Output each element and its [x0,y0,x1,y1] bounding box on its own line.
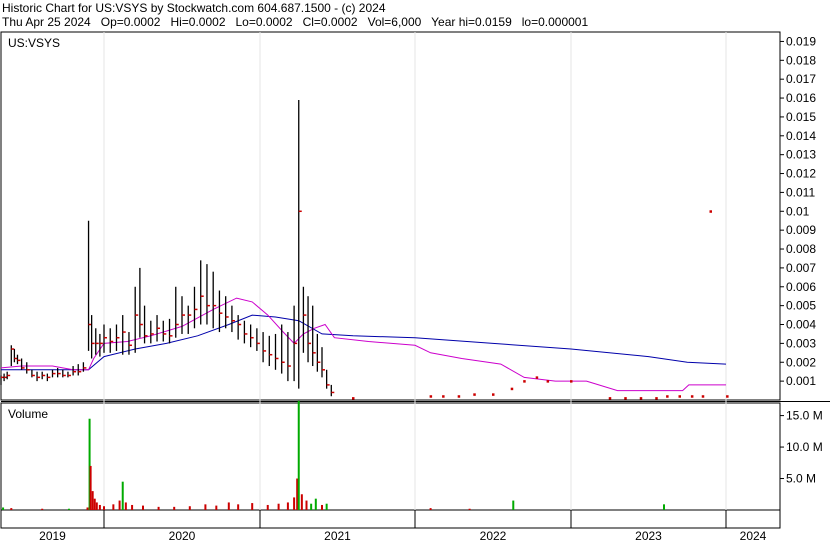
close-dot [429,395,433,398]
close-dot [639,397,643,400]
volume-tick-label: 10.0 M [786,440,823,454]
close-dot [492,393,495,396]
volume-bar [468,508,471,510]
price-tick-label: 0.017 [786,72,816,86]
volume-bar [321,504,323,510]
volume-bar [266,504,269,510]
close-dot [352,397,355,400]
year-axis-labels: 2019 2020 2021 2022 2023 2024 [39,529,767,543]
volume-bar [95,502,98,510]
close-dot [442,395,445,398]
price-tick-label: 0.016 [786,91,816,105]
volume-bar [112,504,115,510]
volume-bar [277,503,280,510]
price-tick-label: 0.004 [786,318,816,332]
close-dot [655,397,658,400]
volume-bar [314,498,317,510]
volume-bar [215,505,218,510]
volume-bar [305,500,308,510]
volume-bar [142,505,144,510]
year-label: 2021 [324,529,351,543]
price-tick-label: 0.002 [786,355,816,369]
price-tick-label: 0.009 [786,223,816,237]
stock-chart: 0.001 0.002 0.003 0.004 0.005 0.006 0.007 0.008… [0,31,830,543]
close-dot [690,395,694,398]
price-tick-label: 0.001 [786,374,816,388]
close-dot [510,387,514,391]
volume-bar [204,504,207,510]
volume-bar [286,502,289,510]
close-dot [624,397,627,400]
volume-bar [325,503,328,510]
price-tick-label: 0.006 [786,280,816,294]
volume-bar [91,491,94,510]
volume-bar [98,504,101,510]
close-dot [709,210,712,213]
volume-tick-label: 15.0 M [786,409,823,423]
volume-bar [10,508,13,510]
price-y-ticks: 0.001 0.002 0.003 0.004 0.005 0.006 0.007 0.008… [780,34,816,388]
price-tick-label: 0.019 [786,34,816,48]
price-tick-label: 0.011 [786,185,815,199]
volume-bar [118,500,121,510]
volume-bar [131,504,134,510]
volume-panel-title: Volume [8,407,48,421]
year-label: 2019 [39,529,66,543]
volume-bar [157,506,160,510]
volume-bar [2,507,5,510]
price-panel-title: US:VSYS [8,36,60,50]
volume-bar [293,497,296,510]
volume-bar [297,400,300,510]
volume-bar [173,506,176,510]
volume-bar [103,506,105,510]
volume-bar [512,500,515,510]
price-tick-label: 0.008 [786,242,816,256]
close-dot [523,380,526,383]
volume-bar [41,508,44,510]
close-dot [678,395,681,398]
volume-bar [237,504,240,510]
volume-bar [93,498,96,510]
volume-bar [121,481,124,510]
volume-bar [310,503,313,510]
volume-bar [300,494,303,510]
price-tick-label: 0.01 [786,204,810,218]
volume-bars [2,400,665,510]
volume-bar [429,508,432,510]
price-tick-label: 0.003 [786,336,816,350]
close-dot [535,376,539,379]
year-label: 2020 [169,529,196,543]
close-dot [608,397,612,400]
volume-bar [89,465,92,510]
volume-bar [663,504,665,510]
price-panel-border [0,31,781,401]
close-dot [726,395,729,398]
year-label: 2022 [480,529,507,543]
volume-y-ticks: 5.0 M 10.0 M 15.0 M [780,409,823,486]
volume-bar [124,502,127,510]
price-tick-label: 0.014 [786,129,816,143]
close-dot [473,393,476,396]
price-tick-label: 0.012 [786,167,816,181]
close-dot [570,380,573,383]
volume-tick-label: 5.0 M [786,472,816,486]
close-dot [701,395,705,398]
close-dot [666,395,669,398]
price-tick-label: 0.005 [786,299,816,313]
year-label: 2024 [740,529,767,543]
year-gridlines [103,32,727,528]
volume-bar [86,507,89,510]
volume-bar [251,503,254,510]
volume-bar [67,508,70,510]
price-tick-label: 0.018 [786,53,816,67]
price-tick-label: 0.007 [786,261,816,275]
year-label: 2023 [635,529,662,543]
volume-bar [227,502,230,510]
price-tick-label: 0.015 [786,110,816,124]
close-dot [457,395,461,398]
volume-bar [188,506,191,510]
price-tick-label: 0.013 [786,148,816,162]
close-dot [546,380,550,383]
